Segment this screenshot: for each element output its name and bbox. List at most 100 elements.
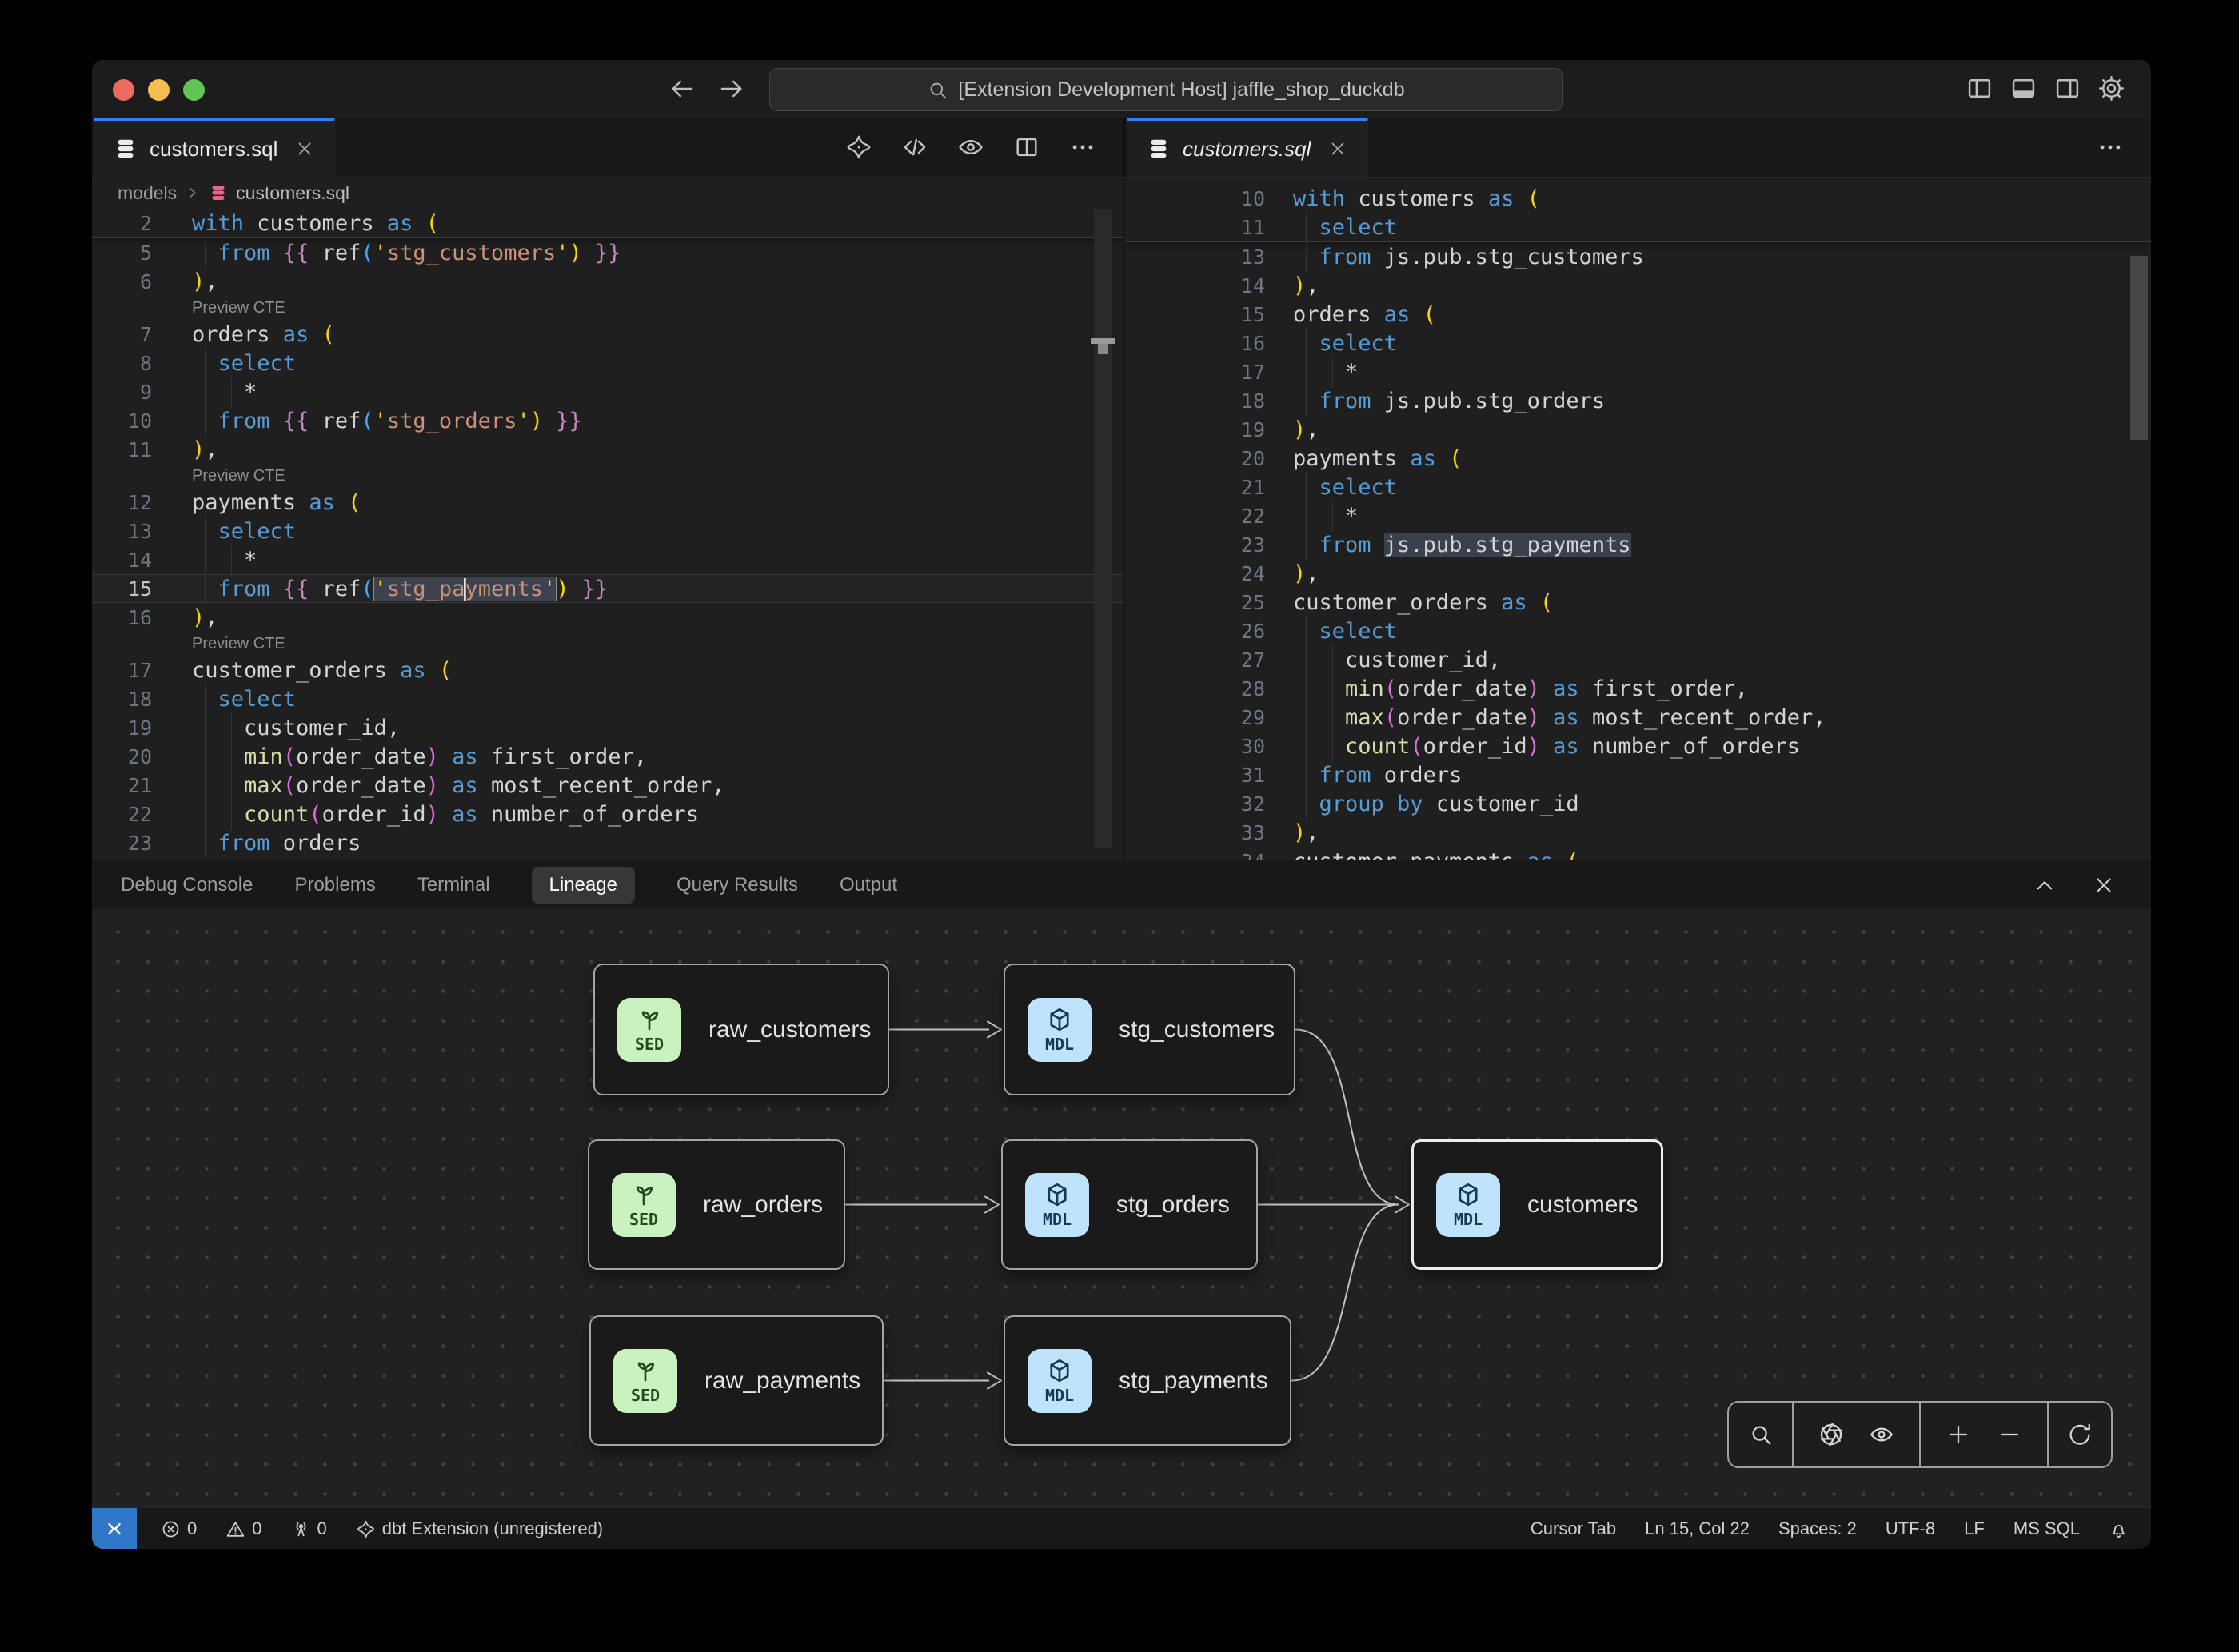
split-editor-icon[interactable] [1013,134,1040,161]
code-line[interactable]: 6), [92,267,1123,296]
code-line[interactable]: 19 customer_id, [92,713,1123,742]
code-line[interactable]: 23 from js.pub.stg_payments [1125,530,2151,559]
status-item-ln-15-col-22[interactable]: Ln 15, Col 22 [1645,1518,1750,1539]
refresh-icon[interactable] [2067,1422,2093,1447]
back-icon[interactable] [668,74,696,103]
layout-panel-icon[interactable] [2010,74,2037,102]
zoom-window-button[interactable] [183,79,205,101]
editor-right-scrollbar[interactable] [2130,256,2148,440]
code-line[interactable]: 21 select [1125,473,2151,501]
code-line[interactable]: 28 min(order_date) as first_order, [1125,674,2151,703]
code-line[interactable]: 11), [92,435,1123,464]
code-line[interactable]: 30 count(order_id) as number_of_orders [1125,732,2151,760]
code-line[interactable]: 19), [1125,415,2151,444]
search-icon[interactable] [1748,1422,1774,1447]
dbt-logo-icon[interactable] [845,134,872,161]
code-line[interactable]: 15 from {{ ref('stg_payments') }} [92,574,1123,603]
panel-tab-lineage[interactable]: Lineage [532,867,635,904]
code-lens-preview-cte[interactable]: Preview CTE [192,635,285,653]
code-line[interactable]: 16 select [1125,329,2151,357]
code-line[interactable]: 25customer_orders as ( [1125,588,2151,617]
code-line[interactable]: 17customer_orders as ( [92,656,1123,684]
code-line[interactable]: 2with customers as ( [92,209,1123,237]
tab-customers-sql-right[interactable]: customers.sql [1127,118,1368,177]
lineage-node-raw_customers[interactable]: SEDraw_customers [593,964,889,1095]
code-line[interactable]: 18 from js.pub.stg_orders [1125,386,2151,415]
code-line[interactable]: 13 from js.pub.stg_customers [1125,242,2151,271]
code-line[interactable]: 33), [1125,818,2151,847]
code-line[interactable]: 31 from orders [1125,760,2151,789]
panel-tab-problems[interactable]: Problems [294,874,375,896]
plus-icon[interactable] [1946,1422,1971,1447]
code-line[interactable]: 7orders as ( [92,320,1123,349]
breadcrumb-file[interactable]: customers.sql [236,182,349,204]
code-line[interactable]: 20 min(order_date) as first_order, [92,742,1123,771]
code-line[interactable]: 34customer_payments as ( [1125,847,2151,860]
close-window-button[interactable] [113,79,134,101]
minimize-window-button[interactable] [148,79,170,101]
close-tab-icon[interactable] [294,138,315,159]
code-line[interactable]: 27 customer_id, [1125,645,2151,674]
status-item-utf-8[interactable]: UTF-8 [1886,1518,1935,1539]
layout-sidebar-right-icon[interactable] [2053,74,2081,102]
status-item-spaces-2[interactable]: Spaces: 2 [1778,1518,1857,1539]
status-item-0[interactable]: 0 [161,1518,197,1539]
panel-tab-output[interactable]: Output [840,874,897,896]
code-line[interactable]: 18 select [92,684,1123,713]
remote-indicator[interactable] [92,1508,137,1549]
code-line[interactable]: 32 group by customer_id [1125,789,2151,818]
panel-tab-terminal[interactable]: Terminal [417,874,490,896]
code-line[interactable]: 17 * [1125,357,2151,386]
status-item-ms-sql[interactable]: MS SQL [2014,1518,2080,1539]
editor-left-scrollbar[interactable] [1094,209,1112,848]
code-line[interactable]: 15orders as ( [1125,300,2151,329]
code-line[interactable]: 16), [92,603,1123,632]
code-line[interactable]: 10with customers as ( [1125,184,2151,213]
code-line[interactable]: 21 max(order_date) as most_recent_order, [92,771,1123,800]
code-lens-preview-cte[interactable]: Preview CTE [192,467,285,485]
lineage-canvas[interactable]: SEDraw_customers MDLstg_customers SEDraw_o… [92,909,2151,1507]
code-line[interactable]: 22 count(order_id) as number_of_orders [92,800,1123,828]
code-line[interactable]: 24), [1125,559,2151,588]
code-line[interactable]: 11 select [1125,213,2151,241]
breadcrumb-folder[interactable]: models [118,182,177,204]
lineage-node-stg_orders[interactable]: MDLstg_orders [1001,1139,1258,1270]
panel-tab-query-results[interactable]: Query Results [676,874,798,896]
gear-icon[interactable] [2097,74,2125,102]
lineage-node-customers[interactable]: MDLcustomers [1411,1139,1663,1270]
code-line[interactable]: 10 from {{ ref('stg_orders') }} [92,406,1123,435]
ellipsis-icon[interactable] [1069,134,1096,161]
forward-icon[interactable] [717,74,746,103]
status-item-0[interactable]: 0 [291,1518,327,1539]
status-item-cursor-tab[interactable]: Cursor Tab [1531,1518,1616,1539]
status-item-0[interactable]: 0 [225,1518,261,1539]
code-line[interactable]: 13 select [92,517,1123,545]
eye-icon[interactable] [1869,1422,1894,1447]
code-line[interactable]: 14), [1125,271,2151,300]
code-line[interactable]: 26 select [1125,617,2151,645]
lineage-node-raw_payments[interactable]: SEDraw_payments [589,1315,884,1446]
code-line[interactable]: 29 max(order_date) as most_recent_order, [1125,703,2151,732]
lineage-node-stg_customers[interactable]: MDLstg_customers [1004,964,1295,1095]
status-item-dbt-extension-unregistered[interactable]: dbt Extension (unregistered) [356,1518,603,1539]
editor-left[interactable]: 2with customers as (5 from {{ ref('stg_c… [92,209,1123,860]
layout-sidebar-left-icon[interactable] [1966,74,1994,102]
aperture-icon[interactable] [1818,1422,1844,1447]
eye-icon[interactable] [957,134,984,161]
lineage-node-raw_orders[interactable]: SEDraw_orders [588,1139,845,1270]
code-preview-icon[interactable] [901,134,928,161]
close-panel-icon[interactable] [2092,873,2116,897]
minus-icon[interactable] [1997,1422,2022,1447]
tab-customers-sql-left[interactable]: customers.sql [94,118,335,177]
code-line[interactable]: 8 select [92,349,1123,377]
panel-tab-debug-console[interactable]: Debug Console [121,874,253,896]
maximize-panel-icon[interactable] [2033,873,2057,897]
code-line[interactable]: 9 * [92,377,1123,406]
code-line[interactable]: 23 from orders [92,828,1123,857]
code-line[interactable]: 22 * [1125,501,2151,530]
editor-right[interactable]: 10with customers as (11 select13 from js… [1125,178,2151,860]
status-item-lf[interactable]: LF [1964,1518,1985,1539]
bell-icon[interactable] [2109,1519,2129,1539]
lineage-node-stg_payments[interactable]: MDLstg_payments [1004,1315,1291,1446]
code-line[interactable]: 12payments as ( [92,488,1123,517]
